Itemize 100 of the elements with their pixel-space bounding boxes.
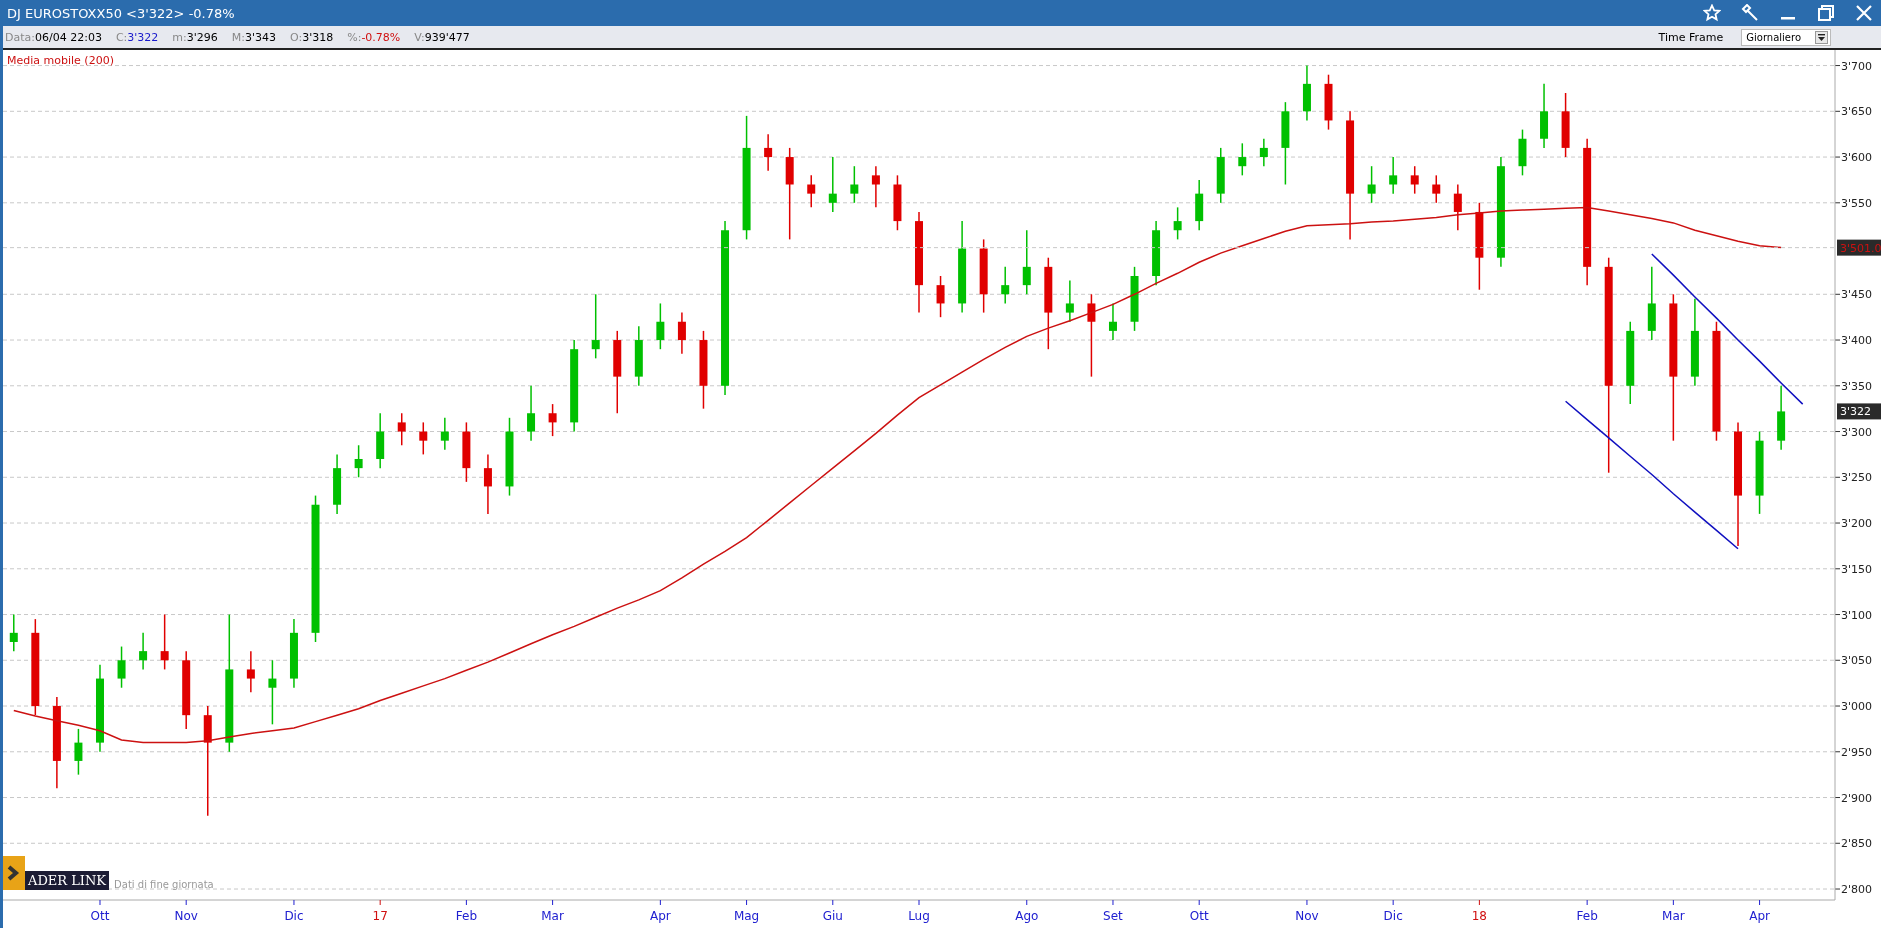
axis-label: Feb (455, 909, 477, 923)
window-title: DJ EUROSTOXX50 <3'322> -0.78% (7, 5, 235, 21)
logo-caption: Dati di fine giornata (114, 879, 214, 890)
axis-label: 2'800 (1841, 883, 1873, 896)
axis-label: Feb (1576, 909, 1598, 923)
candlestick (656, 302, 665, 350)
candlestick (1109, 302, 1117, 341)
candlestick (354, 444, 363, 479)
candlestick (1432, 174, 1441, 204)
logo-text: ADER LINK (25, 871, 110, 890)
candlestick (117, 645, 126, 689)
field-value: 3'343 (244, 30, 276, 44)
field-value: 3'322 (127, 30, 159, 44)
axis-label: 17 (372, 909, 388, 923)
trend-line[interactable] (1651, 253, 1804, 405)
candlestick (850, 165, 859, 204)
field-value: 3'318 (302, 30, 334, 44)
candlestick (1152, 220, 1161, 286)
candlestick (764, 133, 773, 172)
candlestick (1001, 266, 1010, 305)
close-icon[interactable] (1855, 4, 1873, 22)
axis-label: 3'600 (1841, 151, 1873, 165)
axis-label: Mar (1662, 909, 1685, 923)
axis-label: 3'550 (1841, 196, 1873, 210)
candlestick (527, 385, 536, 442)
candlestick (440, 417, 449, 451)
star-icon[interactable] (1703, 4, 1721, 22)
candlestick (1324, 73, 1333, 131)
candlestick (74, 728, 83, 776)
candlestick (1259, 138, 1268, 167)
axis-label: Set (1103, 909, 1123, 923)
candlestick (246, 650, 255, 694)
candlestick (1561, 92, 1570, 158)
candlestick (828, 156, 837, 213)
candlestick (1410, 165, 1419, 195)
candlestick (289, 618, 298, 689)
restore-icon[interactable] (1817, 4, 1835, 22)
candlestick (1389, 156, 1398, 195)
axis-label: 2'950 (1841, 745, 1873, 759)
candlestick (333, 453, 342, 515)
candlestick (634, 325, 643, 387)
candlestick (807, 174, 816, 209)
candlestick (677, 311, 686, 355)
axis-label: Dic (284, 909, 304, 923)
field-value: 06/04 22:03 (35, 30, 102, 44)
field-label: O: (290, 30, 303, 44)
axis-label: 3'250 (1841, 471, 1873, 485)
axis-label: Nov (1295, 909, 1319, 923)
candlestick (1518, 128, 1527, 177)
price-label: 3'322 (1837, 403, 1881, 420)
field-value: -0.78% (361, 30, 401, 44)
axis-label: Mar (541, 909, 564, 923)
candlestick (1540, 83, 1549, 149)
field-value: 939'477 (424, 30, 470, 44)
hammer-icon[interactable] (1741, 4, 1759, 22)
candlestick (893, 174, 902, 231)
logo-chevron-icon (3, 856, 25, 890)
candlestick (871, 165, 880, 209)
axis-label: Ago (1015, 909, 1039, 923)
candlestick (376, 412, 385, 469)
candlestick (1130, 266, 1139, 332)
axis-label: 3'650 (1841, 105, 1873, 119)
field-label: %: (347, 30, 362, 44)
field-label: m: (172, 30, 187, 44)
time-frame-dropdown[interactable]: Giornaliero (1741, 28, 1831, 46)
candlestick (1216, 147, 1225, 204)
axis-label: 2'850 (1841, 837, 1873, 851)
trend-line[interactable] (1564, 400, 1739, 550)
axis-label: Ott (1189, 909, 1209, 923)
candlestick (462, 421, 471, 483)
axis-label: 18 (1471, 909, 1487, 923)
candlestick (936, 275, 945, 318)
field-value: 3'296 (186, 30, 218, 44)
candlestick (1302, 64, 1311, 122)
axis-label: 3'100 (1841, 608, 1873, 622)
candlestick (591, 293, 600, 360)
field-label: M: (231, 30, 245, 44)
axis-label: 3'050 (1841, 654, 1873, 668)
candlestick (419, 421, 428, 456)
candlestick (483, 453, 492, 515)
candlestick (9, 613, 18, 652)
axis-label: 3'200 (1841, 517, 1873, 531)
candlestick (548, 403, 557, 437)
axis-label: Ott (90, 909, 110, 923)
candlestick (397, 412, 406, 446)
candlestick (1777, 385, 1786, 451)
field-label: C: (115, 30, 128, 44)
axis-label: 3'300 (1841, 425, 1873, 439)
time-frame-label: Time Frame (1658, 30, 1724, 44)
candlestick (1238, 142, 1247, 177)
axis-label: Mag (733, 909, 760, 923)
axis-label: Apr (1749, 909, 1770, 923)
candlestick (1173, 206, 1182, 241)
axis-label: Nov (174, 909, 198, 923)
candlestick (1065, 279, 1074, 323)
axis-label: Lug (908, 909, 930, 923)
axis-label: 3'000 (1841, 700, 1873, 714)
axis-label: 3'700 (1841, 59, 1873, 73)
candlestick (1453, 183, 1462, 231)
axis-label: Giu (822, 909, 843, 923)
